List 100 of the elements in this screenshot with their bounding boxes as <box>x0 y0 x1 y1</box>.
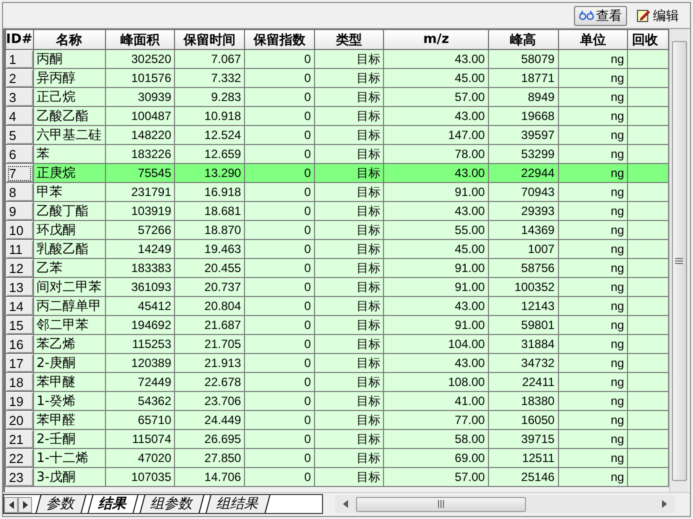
row-number[interactable]: 8 <box>6 182 34 202</box>
table-cell: ng <box>610 52 624 66</box>
tab-scroll-left[interactable] <box>4 497 18 513</box>
row-number[interactable]: 9 <box>6 202 34 220</box>
table-cell: 108.00 <box>448 375 485 389</box>
table-cell: 0 <box>304 242 311 256</box>
table-cell: 43.00 <box>454 204 485 218</box>
table-cell: ng <box>610 318 624 332</box>
view-button[interactable]: 查看 <box>574 6 627 26</box>
table-row[interactable]: 1 丙酮 302520 7.067 0 目标 43.00 58079 ng <box>6 50 668 68</box>
table-cell: 7.067 <box>211 52 242 66</box>
row-number[interactable]: 4 <box>6 106 34 126</box>
table-cell: 环戊酮 <box>36 223 76 238</box>
tab-scroll-right[interactable] <box>18 497 32 513</box>
column-header[interactable]: 回收 <box>628 30 668 50</box>
table-cell: 58.00 <box>454 432 485 446</box>
sheet-tab[interactable]: 组结果 <box>206 495 270 513</box>
table-cell: 39597 <box>521 128 555 142</box>
table-cell: 183383 <box>131 261 172 275</box>
table-row[interactable]: 11 乳酸乙酯 14249 19.463 0 目标 45.00 1007 ng <box>6 240 668 258</box>
table-row[interactable]: 23 3-戊酮 107035 14.706 0 目标 57.00 25146 ng <box>6 468 668 486</box>
table-row[interactable]: 15 邻二甲苯 194692 21.687 0 目标 91.00 59801 ng <box>6 316 668 334</box>
column-header[interactable]: m/z <box>384 30 488 50</box>
table-row[interactable]: 20 苯甲醛 65710 24.449 0 目标 77.00 16050 ng <box>6 410 668 430</box>
row-number[interactable]: 21 <box>6 430 34 448</box>
table-cell: 间对二甲苯 <box>36 280 102 295</box>
table-row[interactable]: 10 环戊酮 57266 18.870 0 目标 55.00 14369 ng <box>6 220 668 240</box>
row-number[interactable]: 14 <box>6 296 34 316</box>
column-header[interactable]: 类型 <box>314 30 384 50</box>
sheet-tab[interactable]: 参数 <box>36 495 86 513</box>
table-cell: 目标 <box>356 280 380 294</box>
table-cell: 目标 <box>356 146 380 160</box>
table-cell: 65710 <box>138 413 172 427</box>
table-cell: 0 <box>304 185 311 199</box>
table-row[interactable]: 2 异丙醇 101576 7.332 0 目标 45.00 18771 ng <box>6 68 668 88</box>
table-row[interactable]: 9 乙酸丁酯 103919 18.681 0 目标 43.00 29393 ng <box>6 202 668 220</box>
row-number[interactable]: 3 <box>6 88 34 106</box>
scroll-left-icon[interactable] <box>343 500 348 508</box>
table-row[interactable]: 19 1-癸烯 54362 23.706 0 目标 41.00 18380 ng <box>6 392 668 410</box>
table-row[interactable]: 12 乙苯 183383 20.455 0 目标 91.00 58756 ng <box>6 258 668 278</box>
row-number[interactable]: 18 <box>6 372 34 392</box>
column-header[interactable]: 单位 <box>558 30 628 50</box>
horizontal-scrollbar[interactable] <box>335 495 675 513</box>
table-cell: 10.918 <box>204 109 242 123</box>
row-number[interactable]: 2 <box>6 68 34 88</box>
row-number[interactable]: 17 <box>6 354 34 372</box>
table-row[interactable]: 21 2-壬酮 115074 26.695 0 目标 58.00 39715 ng <box>6 430 668 448</box>
table-row[interactable]: 22 1-十二烯 47020 27.850 0 目标 69.00 12511 ng <box>6 448 668 468</box>
table-cell: 0 <box>304 109 311 123</box>
table-cell: ng <box>610 242 624 256</box>
table-cell: ng <box>610 432 624 446</box>
table-cell: 苯甲醛 <box>36 413 76 428</box>
column-header[interactable]: 保留指数 <box>244 30 314 50</box>
row-number[interactable]: 13 <box>6 278 34 296</box>
table-row[interactable]: 14 丙二醇单甲 45412 20.804 0 目标 43.00 12143 ng <box>6 296 668 316</box>
column-header[interactable]: 保留时间 <box>174 30 245 50</box>
table-row[interactable]: 4 乙酸乙酯 100487 10.918 0 目标 43.00 19668 ng <box>6 106 668 126</box>
table-cell: 21.705 <box>204 337 242 351</box>
column-header[interactable]: ID# <box>6 30 34 50</box>
row-number[interactable]: 7 <box>6 164 34 182</box>
table-row[interactable]: 7 正庚烷 75545 13.290 0 目标 43.00 22944 ng <box>6 164 668 182</box>
table-row[interactable]: 8 甲苯 231791 16.918 0 目标 91.00 70943 ng <box>6 182 668 202</box>
row-number[interactable]: 20 <box>6 410 34 430</box>
table-cell: 18.870 <box>204 223 242 237</box>
row-number[interactable]: 22 <box>6 448 34 468</box>
table-row[interactable]: 5 六甲基二硅 148220 12.524 0 目标 147.00 39597 ng <box>6 126 668 144</box>
row-number[interactable]: 6 <box>6 144 34 164</box>
left-arrow-icon <box>8 501 14 509</box>
row-number[interactable]: 23 <box>6 468 34 486</box>
vertical-scrollbar[interactable] <box>669 29 688 492</box>
column-header[interactable]: 峰高 <box>488 30 558 50</box>
row-number[interactable]: 5 <box>6 126 34 144</box>
table-cell: 0 <box>304 223 311 237</box>
table-row[interactable]: 17 2-庚酮 120389 21.913 0 目标 43.00 34732 ng <box>6 354 668 372</box>
table-row[interactable]: 18 苯甲醚 72449 22.678 0 目标 108.00 22411 ng <box>6 372 668 392</box>
table-cell: 目标 <box>356 412 380 426</box>
row-number[interactable]: 12 <box>6 258 34 278</box>
row-number[interactable]: 16 <box>6 334 34 354</box>
scroll-thumb[interactable] <box>672 41 686 481</box>
row-number[interactable]: 1 <box>6 50 34 68</box>
table-cell: 丙二醇单甲 <box>36 299 102 314</box>
table-cell: ng <box>610 299 624 313</box>
row-number[interactable]: 10 <box>6 220 34 240</box>
column-header[interactable]: 峰面积 <box>105 30 175 50</box>
scroll-thumb[interactable] <box>356 496 526 512</box>
column-header[interactable]: 名称 <box>33 30 106 50</box>
sheet-tab[interactable]: 组参数 <box>140 495 204 513</box>
table-cell: 20.455 <box>204 261 242 275</box>
table-cell: 0 <box>304 299 311 313</box>
scroll-right-icon[interactable] <box>662 500 667 508</box>
row-number[interactable]: 19 <box>6 392 34 410</box>
table-row[interactable]: 3 正己烷 30939 9.283 0 目标 57.00 8949 ng <box>6 88 668 106</box>
table-row[interactable]: 16 苯乙烯 115253 21.705 0 目标 104.00 31884 ng <box>6 334 668 354</box>
table-row[interactable]: 13 间对二甲苯 361093 20.737 0 目标 91.00 100352 ng <box>6 278 668 296</box>
row-number[interactable]: 15 <box>6 316 34 334</box>
row-number[interactable]: 11 <box>6 240 34 258</box>
edit-button[interactable]: 编辑 <box>631 6 684 26</box>
table-row[interactable]: 6 苯 183226 12.659 0 目标 78.00 53299 ng <box>6 144 668 164</box>
sheet-tab[interactable]: 结果 <box>88 495 138 513</box>
table-cell: 18380 <box>521 394 555 408</box>
